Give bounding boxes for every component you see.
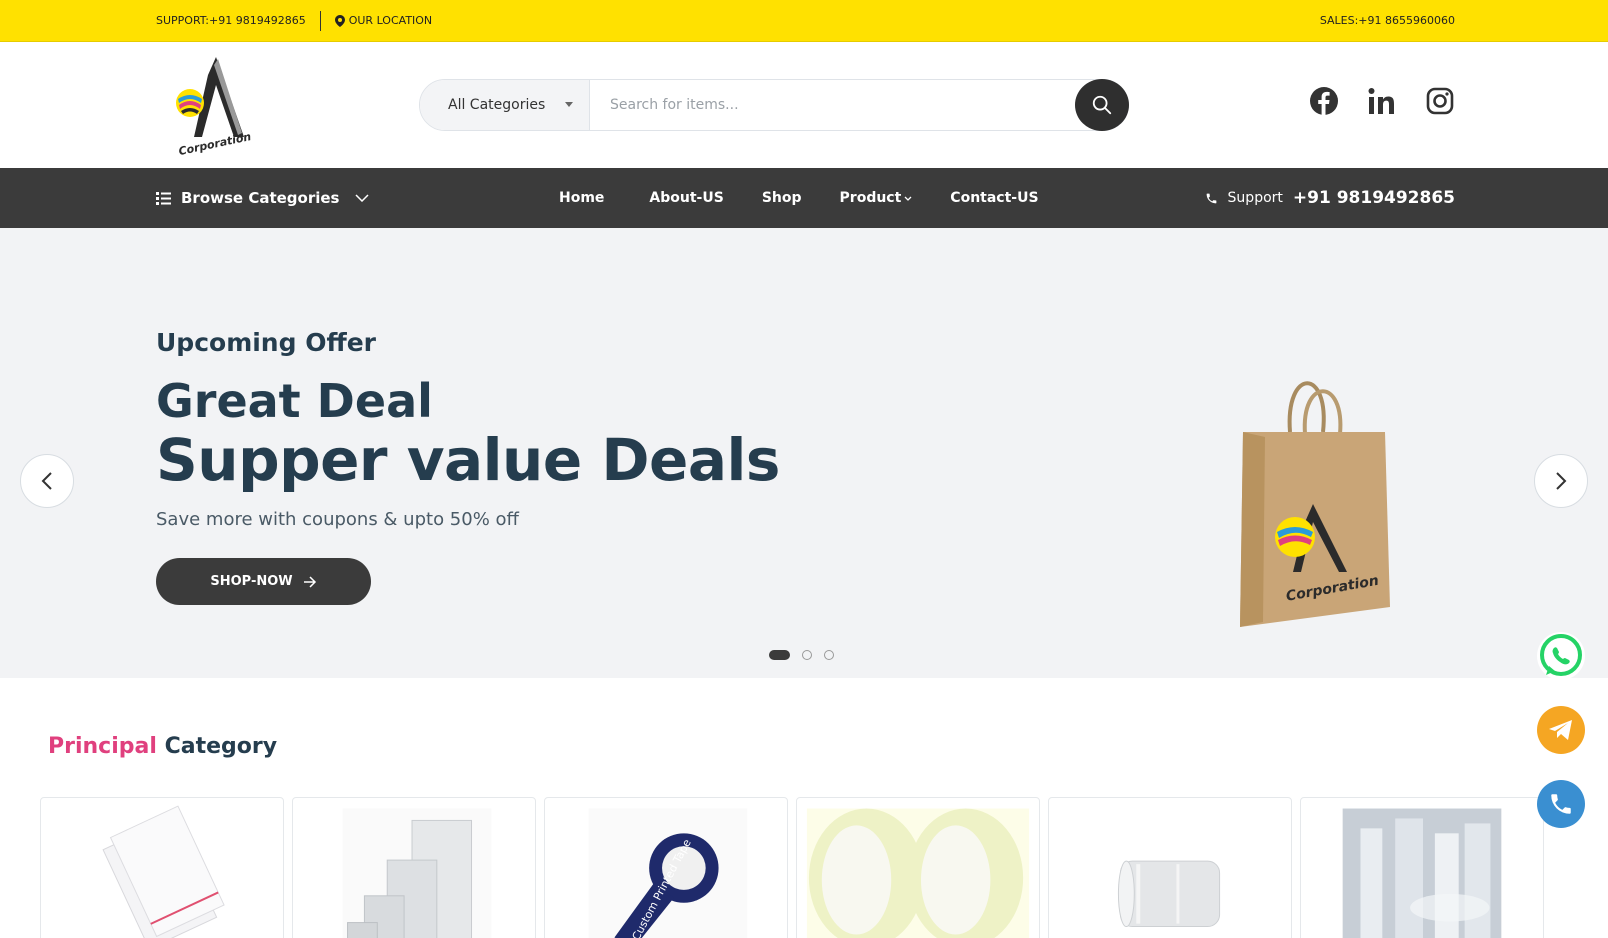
whatsapp-button[interactable]	[1537, 632, 1585, 680]
nav-item-shop[interactable]: Shop	[762, 190, 802, 206]
support-label: Support	[1227, 190, 1283, 206]
category-select-value: All Categories	[448, 97, 546, 113]
hero-subtitle: Save more with coupons & upto 50% off	[156, 509, 519, 530]
shop-now-button[interactable]: SHOP-NOW	[156, 558, 371, 605]
whatsapp-icon	[1540, 634, 1582, 676]
category-select[interactable]: All Categories	[420, 80, 590, 130]
phone-call-button[interactable]	[1537, 780, 1585, 828]
phone-icon	[1551, 794, 1571, 814]
transparent-tape-image	[806, 808, 1030, 938]
hero-title-line1: Great Deal	[156, 374, 433, 428]
nav-item-label: Product	[839, 190, 902, 206]
chevron-down-icon	[355, 194, 370, 202]
browse-categories-label: Browse Categories	[181, 189, 340, 207]
search-icon	[1092, 95, 1112, 115]
caret-down-icon	[565, 102, 573, 107]
nav-item-label: Contact-US	[950, 190, 1039, 206]
top-bar: SUPPORT:+91 9819492865 OUR LOCATION SALE…	[0, 0, 1608, 42]
category-cards: Custom Printed Tape	[40, 797, 1544, 938]
svg-text:Corporation: Corporation	[177, 130, 252, 155]
slider-dots	[769, 650, 834, 660]
ziplock-bags-image	[342, 808, 492, 938]
category-card[interactable]	[796, 797, 1040, 938]
section-title: Principal Category	[48, 734, 277, 759]
hero-title-line2: Supper value Deals	[156, 426, 780, 494]
slider-prev-button[interactable]	[20, 454, 74, 508]
hero-slider: Upcoming Offer Great Deal Supper value D…	[0, 228, 1608, 678]
phone-icon	[1206, 193, 1216, 203]
nav-item-contact[interactable]: Contact-US	[950, 190, 1038, 206]
bopp-bags-image	[102, 805, 225, 938]
nav-item-product[interactable]: Product	[840, 190, 913, 206]
category-card[interactable]: Custom Printed Tape	[544, 797, 788, 938]
social-links	[1309, 86, 1455, 116]
support-phone-text[interactable]: SUPPORT:+91 9819492865	[156, 14, 306, 27]
telegram-icon	[1549, 720, 1572, 740]
custom-printed-tape-image: Custom Printed Tape	[588, 808, 748, 938]
our-location-link[interactable]: OUR LOCATION	[334, 14, 433, 27]
search-bar: All Categories	[419, 79, 1129, 131]
sales-phone-text[interactable]: SALES:+91 8655960060	[1320, 14, 1455, 27]
slider-next-button[interactable]	[1534, 454, 1588, 508]
search-button[interactable]	[1075, 79, 1129, 131]
slider-dot[interactable]	[769, 650, 790, 660]
slider-dot[interactable]	[802, 650, 812, 660]
map-pin-icon	[334, 14, 345, 27]
paper-bag-image: Corporation	[1235, 372, 1395, 632]
search-input[interactable]	[590, 81, 1075, 129]
nav-item-label: Shop	[761, 190, 802, 206]
support-number: +91 9819492865	[1292, 188, 1455, 208]
list-icon	[156, 191, 171, 205]
section-title-accent: Principal	[48, 734, 157, 759]
category-card[interactable]	[1300, 797, 1544, 938]
nav-item-about[interactable]: About-US	[649, 190, 723, 206]
header: Corporation All Categories	[0, 42, 1608, 168]
category-card[interactable]	[1048, 797, 1292, 938]
section-title-rest: Category	[164, 734, 278, 759]
shop-now-label: SHOP-NOW	[210, 574, 293, 589]
nav-item-label: About-US	[649, 190, 724, 206]
instagram-icon[interactable]	[1425, 86, 1455, 116]
slider-dot[interactable]	[824, 650, 834, 660]
chevron-down-icon	[904, 196, 912, 201]
nav-item-label: Home	[559, 190, 605, 206]
nav-menu: Home About-US Shop Product Contact-US	[559, 190, 1077, 206]
linkedin-icon[interactable]	[1367, 86, 1397, 116]
location-label: OUR LOCATION	[348, 14, 433, 27]
category-card[interactable]	[292, 797, 536, 938]
facebook-icon[interactable]	[1309, 86, 1339, 116]
arrow-right-icon	[303, 575, 316, 588]
stretch-film-roll-image	[1117, 860, 1221, 928]
corporation-logo[interactable]: Corporation	[168, 55, 258, 158]
nav-item-home[interactable]: Home	[559, 190, 604, 206]
support-contact[interactable]: Support +91 9819492865	[1205, 188, 1455, 208]
chevron-left-icon	[41, 472, 52, 490]
chevron-right-icon	[1556, 472, 1567, 490]
browse-categories-button[interactable]: Browse Categories	[156, 189, 370, 207]
plastic-film-rolls-image	[1342, 808, 1502, 938]
telegram-button[interactable]	[1537, 706, 1585, 754]
hero-pre-title: Upcoming Offer	[156, 328, 376, 357]
divider	[319, 10, 321, 31]
category-card[interactable]	[40, 797, 284, 938]
main-nav: Browse Categories Home About-US Shop Pro…	[0, 168, 1608, 228]
